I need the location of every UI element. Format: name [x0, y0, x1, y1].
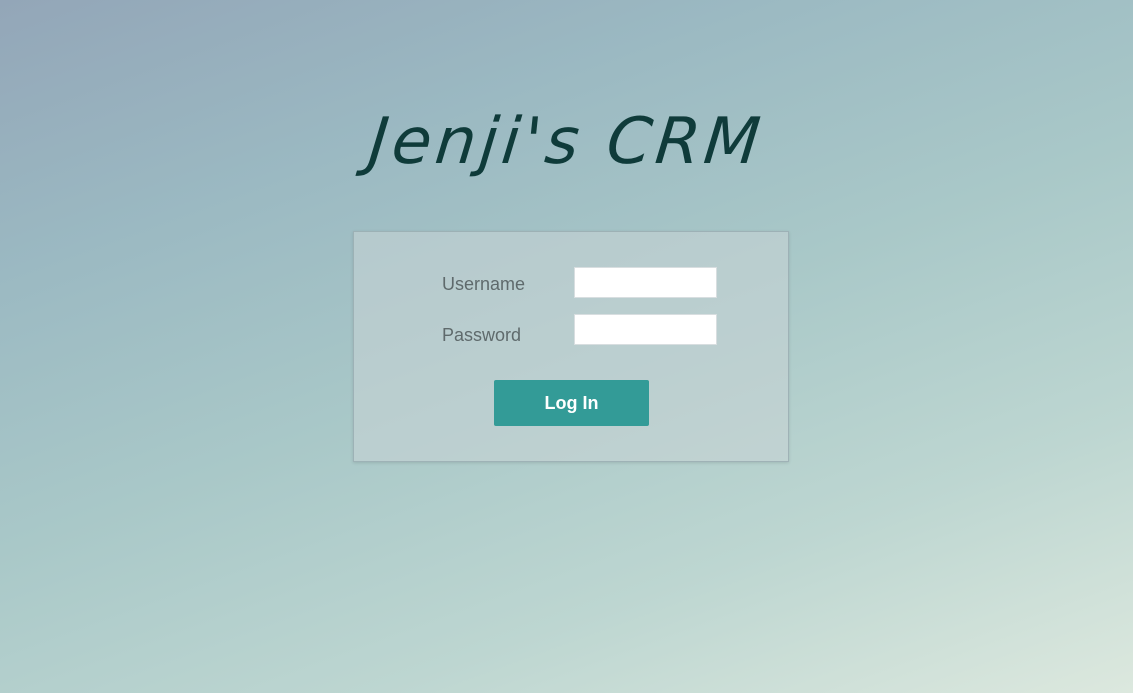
login-panel: Username Password Log In	[353, 231, 789, 462]
password-input[interactable]	[574, 314, 717, 345]
login-button[interactable]: Log In	[494, 380, 649, 426]
password-label: Password	[442, 325, 522, 345]
username-label: Username	[442, 274, 526, 294]
username-input[interactable]	[574, 267, 717, 298]
app-title: Jenji's CRM	[365, 105, 768, 179]
